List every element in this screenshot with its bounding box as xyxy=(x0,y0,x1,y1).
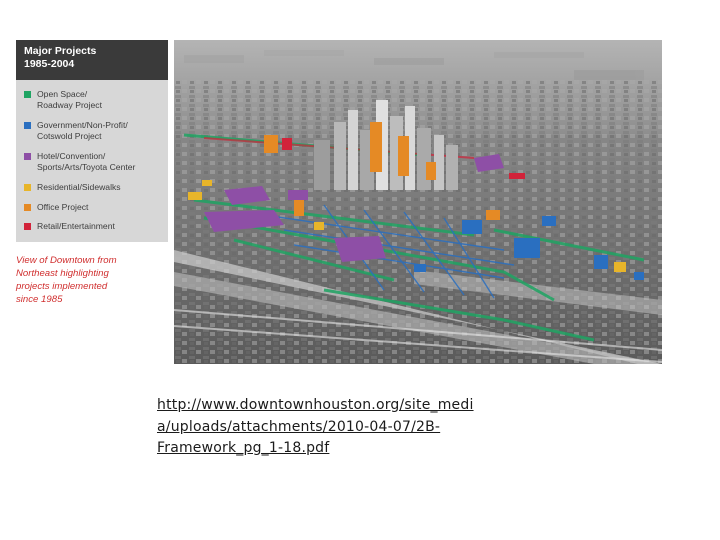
legend-swatch xyxy=(24,223,31,230)
retail-project xyxy=(282,138,292,150)
legend-header: Major Projects 1985-2004 xyxy=(16,40,168,80)
office-project xyxy=(370,122,382,172)
legend-label: Retail/Entertainment xyxy=(37,221,115,231)
legend-item-government: Government/Non-Profit/ Cotswold Project xyxy=(24,120,128,142)
legend-label: Open Space/ Roadway Project xyxy=(37,89,102,110)
tower xyxy=(334,122,346,190)
legend-swatch xyxy=(24,153,31,160)
legend-swatch xyxy=(24,91,31,98)
residential-project xyxy=(188,192,202,200)
legend-label: Hotel/Convention/ Sports/Arts/Toyota Cen… xyxy=(37,151,136,172)
legend-label: Government/Non-Profit/ Cotswold Project xyxy=(37,120,128,141)
legend-item-hotel-convention: Hotel/Convention/ Sports/Arts/Toyota Cen… xyxy=(24,151,135,173)
legend-item-office: Office Project xyxy=(24,202,88,213)
legend-swatch xyxy=(24,204,31,211)
aerial-photo xyxy=(174,40,662,364)
legend-label: Residential/Sidewalks xyxy=(37,182,121,192)
legend-swatch xyxy=(24,184,31,191)
legend-swatch xyxy=(24,122,31,129)
legend-panel: Open Space/ Roadway Project Government/N… xyxy=(16,80,168,242)
legend-label: Office Project xyxy=(37,202,89,212)
legend-item-residential: Residential/Sidewalks xyxy=(24,182,121,193)
source-link[interactable]: http://www.downtownhouston.org/site_medi… xyxy=(157,395,507,460)
map-caption: View of Downtown from Northeast highligh… xyxy=(16,255,117,305)
legend-item-retail: Retail/Entertainment xyxy=(24,221,115,232)
government-project xyxy=(462,220,482,234)
legend-title: Major Projects 1985-2004 xyxy=(24,45,97,70)
legend-item-open-space: Open Space/ Roadway Project xyxy=(24,89,102,111)
